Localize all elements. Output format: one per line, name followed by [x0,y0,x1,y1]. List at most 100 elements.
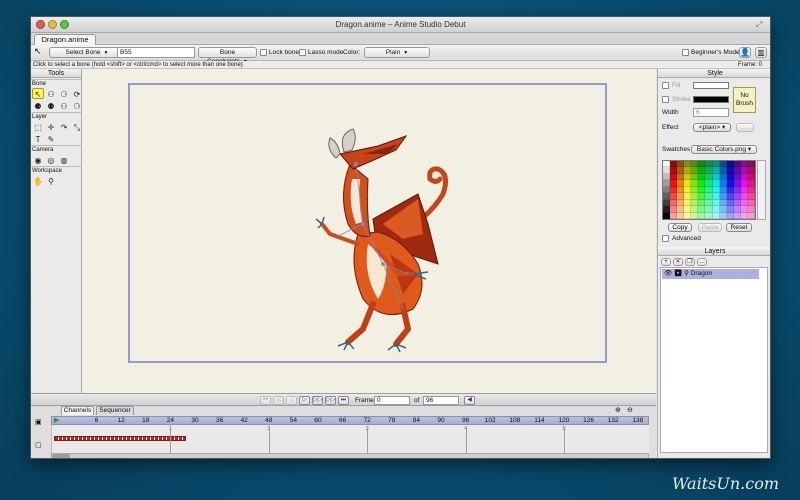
layers-list: 👁 ▶ ⚲ Dragon [660,267,768,453]
style-layers-panel: Style Fill Stroke Width 6 No Brush Effec… [657,69,770,458]
duplicate-layer-icon[interactable]: ❐ [685,258,695,266]
user-icon[interactable]: 👤 [739,47,751,58]
width-field[interactable]: 6 [693,108,729,117]
no-brush-button[interactable]: No Brush [733,87,756,113]
track-camera-tool-icon[interactable]: ◉ [32,154,44,165]
ruler-tick-label: 108 [509,417,521,424]
current-frame-field[interactable]: 0 [374,396,410,405]
rewind-button[interactable]: ⏮ [260,396,271,405]
ruler-tick-label: 60 [314,417,322,424]
zoom-in-icon[interactable]: ⊕ [615,407,621,415]
sound-icon[interactable]: ◀ [464,396,475,405]
play-backward-button[interactable]: ◁ [286,396,297,405]
zoom-tool-icon[interactable]: ⚲ [45,175,57,186]
palette-swatch[interactable] [698,212,706,219]
timeline-scrollbar[interactable] [51,453,649,458]
palette-swatch[interactable] [705,212,713,219]
visibility-icon[interactable]: 👁 [664,270,672,277]
step-back-button[interactable]: ◁◁ [273,396,284,405]
track-area[interactable]: 1 2 3 4 5 [51,425,649,453]
beginners-mode-checkbox[interactable] [682,49,689,56]
tools-section-workspace: Workspace [31,166,81,175]
document-tab[interactable]: Dragon.anime [34,34,96,45]
swatches-label: Swatches [662,146,691,153]
palette-swatch[interactable] [670,212,678,219]
fill-label: Fill [672,82,681,89]
play-button[interactable]: ▷ [299,396,310,405]
palette-swatch[interactable] [719,212,727,219]
palette-swatch[interactable] [726,212,734,219]
reset-button[interactable]: Reset [726,223,752,232]
delete-layer-icon[interactable]: ✕ [673,258,683,266]
roll-camera-tool-icon[interactable]: ◍ [58,154,70,165]
frame-ruler[interactable]: ▶ 6 12 18 24 30 36 42 48 54 60 66 72 78 84 90 96 102 108 1… [51,416,668,425]
select-bone-tool-icon[interactable]: ↖ [32,88,44,99]
palette-swatch[interactable] [684,212,692,219]
text-tool-icon[interactable]: T [32,133,44,144]
fast-forward-button[interactable]: ▷▷ [325,396,336,405]
bone-constraints-dropdown[interactable]: Bone Constraints▼ [198,47,257,65]
palette-swatch[interactable] [733,212,741,219]
effect-dropdown[interactable]: <plain> ▾ [693,123,731,132]
copy-button[interactable]: Copy [668,223,692,232]
palette-swatch[interactable] [677,212,685,219]
tab-channels[interactable]: Channels [61,406,94,415]
total-frames-field[interactable]: 96 [423,396,459,405]
timeline-scroll-thumb[interactable] [52,454,70,458]
canvas[interactable] [82,69,656,393]
stroke-color-swatch[interactable] [693,96,729,103]
lasso-mode-checkbox[interactable] [299,49,306,56]
palette-scrollbar[interactable] [757,160,766,220]
tools-section-camera: Camera [31,145,81,154]
effect-edit-button[interactable]: … [736,123,754,132]
go-to-end-button[interactable]: ⏭ [338,396,349,405]
color-swatch-palette[interactable] [662,160,756,220]
keyframes-strip[interactable] [54,436,186,441]
step-forward-button[interactable]: ▷▷ [312,396,323,405]
library-icon[interactable]: ▥ [755,47,767,58]
translate-bone-tool-icon[interactable]: ⚇ [45,88,57,99]
new-layer-icon[interactable]: + [661,258,671,266]
timeline-panel: Channels Sequencer ⊕ ⊖ ▣ ▢ ▶ 6 12 18 24 30 36… [31,406,668,458]
fill-color-swatch[interactable] [693,82,729,89]
color-dropdown[interactable]: Plain ▼ [364,47,430,58]
paste-button[interactable]: Paste [698,223,722,232]
palette-swatch[interactable] [663,212,671,219]
playhead-icon[interactable]: ▶ [54,417,59,425]
transform-layer-tool-icon[interactable]: ⬚ [32,121,44,132]
hand-tool-icon[interactable]: ✋ [32,175,44,186]
layer-item-dragon[interactable]: 👁 ▶ ⚲ Dragon [662,269,759,279]
disclosure-triangle-icon[interactable]: ▶ [674,270,682,277]
rotate-layer-tool-icon[interactable]: ↷ [58,121,70,132]
bone-name-field[interactable]: B55 [117,47,195,58]
palette-swatch[interactable] [740,212,748,219]
zoom-out-icon[interactable]: ⊖ [627,407,633,415]
zoom-camera-tool-icon[interactable]: ◎ [45,154,57,165]
bone-mode-dropdown[interactable]: Select Bone ▼ [49,47,125,58]
tools-panel-title: Tools [31,69,81,78]
frame-label: Frame [355,397,374,404]
timeline-options-icon[interactable]: ▣ [35,419,42,427]
eyedropper-tool-icon[interactable]: ✎ [45,133,57,144]
advanced-checkbox[interactable] [662,235,669,242]
fullscreen-icon[interactable]: ⤢ [756,20,765,29]
layer-name: Dragon [690,270,713,277]
lock-bone-checkbox[interactable] [260,49,267,56]
move-layer-tool-icon[interactable]: ✛ [45,121,57,132]
tab-sequencer[interactable]: Sequencer [96,406,134,415]
ruler-tick-label: 66 [338,417,347,424]
ruler-tick-label: 24 [166,417,175,424]
layer-settings-icon[interactable]: … [697,258,707,266]
fill-checkbox[interactable] [662,82,669,89]
palette-swatch[interactable] [747,212,755,219]
ruler-tick-label: 12 [117,417,125,424]
palette-swatch[interactable] [691,212,699,219]
reparent-bone-tool-icon[interactable]: ⚈ [32,100,44,111]
ruler-tick-label: 36 [215,417,224,424]
swatches-dropdown[interactable]: Basic Colors.png ▾ [691,145,757,154]
palette-swatch[interactable] [712,212,720,219]
stroke-checkbox[interactable] [662,96,669,103]
bone-strength-tool-icon[interactable]: ⚉ [45,100,57,111]
manipulate-bones-tool-icon[interactable]: ⚇ [58,100,70,111]
add-bone-tool-icon[interactable]: ⚆ [58,88,70,99]
